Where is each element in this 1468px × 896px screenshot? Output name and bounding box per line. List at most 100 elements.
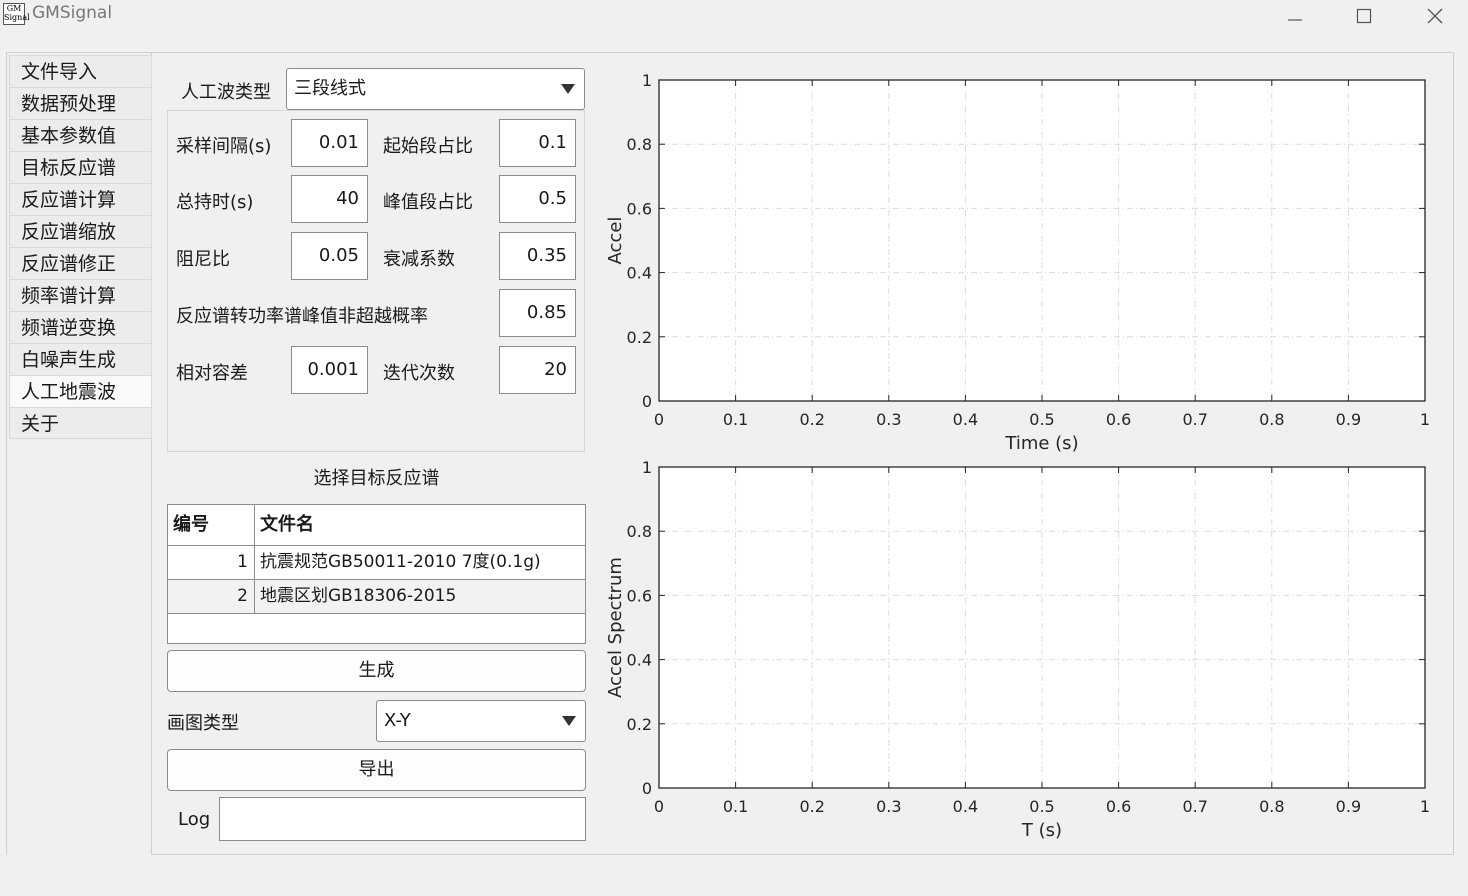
export-button[interactable]: 导出 <box>167 749 586 791</box>
x-axis-label: T (s) <box>1021 820 1062 841</box>
damping-label: 阻尼比 <box>176 249 230 270</box>
window-title: GMSignal <box>32 3 113 23</box>
y-tick-label: 0.8 <box>627 522 652 541</box>
x-tick-label: 0.9 <box>1336 797 1361 816</box>
decay-field[interactable]: 0.35 <box>499 232 576 280</box>
plot-type-label: 画图类型 <box>167 713 239 734</box>
sidebar-item-basic-params[interactable]: 基本参数值 <box>9 119 152 151</box>
plot-type-dropdown[interactable]: X-Y <box>376 700 586 742</box>
x-tick-label: 0.2 <box>799 410 824 429</box>
x-tick-label: 0.8 <box>1259 797 1284 816</box>
iterations-field[interactable]: 20 <box>499 346 576 394</box>
duration-field[interactable]: 40 <box>291 175 368 223</box>
x-tick-label: 0.9 <box>1336 410 1361 429</box>
y-tick-label: 0.4 <box>627 651 652 670</box>
sample-interval-field[interactable]: 0.01 <box>291 119 368 167</box>
x-tick-label: 0.5 <box>1029 797 1054 816</box>
sidebar-item-spectrum-calc[interactable]: 反应谱计算 <box>9 183 152 215</box>
y-tick-label: 0 <box>642 779 652 798</box>
sidebar-item-spectrum-scale[interactable]: 反应谱缩放 <box>9 215 152 247</box>
maximize-icon <box>1356 8 1372 24</box>
sidebar-item-about[interactable]: 关于 <box>9 407 152 439</box>
target-spectrum-table: 编号 文件名 1 抗震规范GB50011-2010 7度(0.1g) 2 地震区… <box>167 504 586 644</box>
sidebar-item-artificial-wave[interactable]: 人工地震波 <box>9 375 152 407</box>
accel-spectrum-chart: 0 0.1 0.2 0.3 0.4 0.5 0.6 0.7 0.8 0.9 1 0 0.2 0.4 0.6 0… <box>605 458 1430 841</box>
x-tick-label: 0 <box>654 410 664 429</box>
wave-type-dropdown[interactable]: 三段线式 <box>286 68 585 110</box>
y-tick-label: 1 <box>642 458 652 477</box>
table-cell-id: 1 <box>237 552 248 572</box>
x-tick-label: 0.4 <box>953 797 978 816</box>
app-logo-icon: GM Signal <box>3 3 30 25</box>
y-axis-label: Accel <box>605 217 626 265</box>
accel-time-chart: 0 0.1 0.2 0.3 0.4 0.5 0.6 0.7 0.8 0.9 1 0 0.2 0.4 0.6 0… <box>605 71 1430 454</box>
table-column-divider <box>254 505 255 614</box>
x-tick-label: 0.7 <box>1182 797 1207 816</box>
generate-button[interactable]: 生成 <box>167 650 586 692</box>
start-ratio-field[interactable]: 0.1 <box>499 119 576 167</box>
accel-spectrum-plot[interactable]: 0 0.1 0.2 0.3 0.4 0.5 0.6 0.7 0.8 0.9 1 0 0.2 0.4 0.6 0… <box>600 452 1440 842</box>
sidebar-item-spectrum-correct[interactable]: 反应谱修正 <box>9 247 152 279</box>
plot-type-value: X-Y <box>384 710 411 731</box>
nonexceed-probability-label: 反应谱转功率谱峰值非超越概率 <box>176 306 428 327</box>
y-axis-label: Accel Spectrum <box>605 557 626 698</box>
sidebar-item-preprocess[interactable]: 数据预处理 <box>9 87 152 119</box>
peak-ratio-label: 峰值段占比 <box>383 192 473 213</box>
sidebar-item-target-spectrum[interactable]: 目标反应谱 <box>9 151 152 183</box>
decay-label: 衰减系数 <box>383 249 455 270</box>
minimize-button[interactable] <box>1265 0 1325 32</box>
y-tick-label: 0.6 <box>627 586 652 605</box>
tolerance-field[interactable]: 0.001 <box>291 346 368 394</box>
start-ratio-label: 起始段占比 <box>383 136 473 157</box>
table-row[interactable]: 2 地震区划GB18306-2015 <box>168 580 585 614</box>
peak-ratio-field[interactable]: 0.5 <box>499 175 576 223</box>
y-tick-label: 0.6 <box>627 199 652 218</box>
target-spectrum-title: 选择目标反应谱 <box>313 468 440 489</box>
column-header-id[interactable]: 编号 <box>168 505 254 545</box>
chevron-down-icon <box>561 84 575 94</box>
y-tick-label: 0.8 <box>627 135 652 154</box>
tolerance-label: 相对容差 <box>176 363 248 384</box>
wave-type-value: 三段线式 <box>294 78 366 99</box>
damping-field[interactable]: 0.05 <box>291 232 368 280</box>
sample-interval-label: 采样间隔(s) <box>176 136 272 157</box>
table-cell-filename: 地震区划GB18306-2015 <box>260 586 457 606</box>
maximize-button[interactable] <box>1334 0 1394 32</box>
y-tick-label: 0.2 <box>627 715 652 734</box>
accel-time-plot[interactable]: 0 0.1 0.2 0.3 0.4 0.5 0.6 0.7 0.8 0.9 1 0 0.2 0.4 0.6 0… <box>600 60 1440 455</box>
title-bar: GM Signal GMSignal <box>0 0 1468 36</box>
x-tick-label: 0 <box>654 797 664 816</box>
duration-label: 总持时(s) <box>176 192 254 213</box>
table-row[interactable]: 1 抗震规范GB50011-2010 7度(0.1g) <box>168 546 585 580</box>
nonexceed-probability-field[interactable]: 0.85 <box>499 289 576 337</box>
y-tick-label: 0.2 <box>627 328 652 347</box>
close-icon <box>1427 8 1443 24</box>
iterations-label: 迭代次数 <box>383 363 455 384</box>
chevron-down-icon <box>562 716 576 726</box>
log-field[interactable] <box>219 797 586 841</box>
x-tick-label: 1 <box>1420 410 1430 429</box>
y-tick-label: 1 <box>642 71 652 90</box>
table-header: 编号 文件名 <box>168 505 585 546</box>
x-tick-label: 0.1 <box>723 797 748 816</box>
x-tick-label: 0.5 <box>1029 410 1054 429</box>
x-tick-label: 0.6 <box>1106 410 1131 429</box>
x-tick-label: 0.2 <box>799 797 824 816</box>
sidebar-tab-list: 文件导入 数据预处理 基本参数值 目标反应谱 反应谱计算 反应谱缩放 反应谱修正… <box>9 55 152 439</box>
table-cell-id: 2 <box>237 586 248 606</box>
sidebar-item-file-import[interactable]: 文件导入 <box>9 55 152 87</box>
x-tick-label: 0.7 <box>1182 410 1207 429</box>
minimize-icon <box>1288 19 1302 21</box>
x-tick-label: 0.1 <box>723 410 748 429</box>
close-button[interactable] <box>1405 0 1465 32</box>
sidebar-item-white-noise[interactable]: 白噪声生成 <box>9 343 152 375</box>
x-tick-label: 0.6 <box>1106 797 1131 816</box>
x-axis-label: Time (s) <box>1004 433 1078 454</box>
column-header-filename[interactable]: 文件名 <box>255 505 585 545</box>
sidebar-item-frequency-spectrum[interactable]: 频率谱计算 <box>9 279 152 311</box>
sidebar-item-inverse-transform[interactable]: 频谱逆变换 <box>9 311 152 343</box>
x-tick-label: 0.8 <box>1259 410 1284 429</box>
table-cell-filename: 抗震规范GB50011-2010 7度(0.1g) <box>260 552 541 572</box>
x-tick-label: 0.4 <box>953 410 978 429</box>
x-tick-label: 1 <box>1420 797 1430 816</box>
